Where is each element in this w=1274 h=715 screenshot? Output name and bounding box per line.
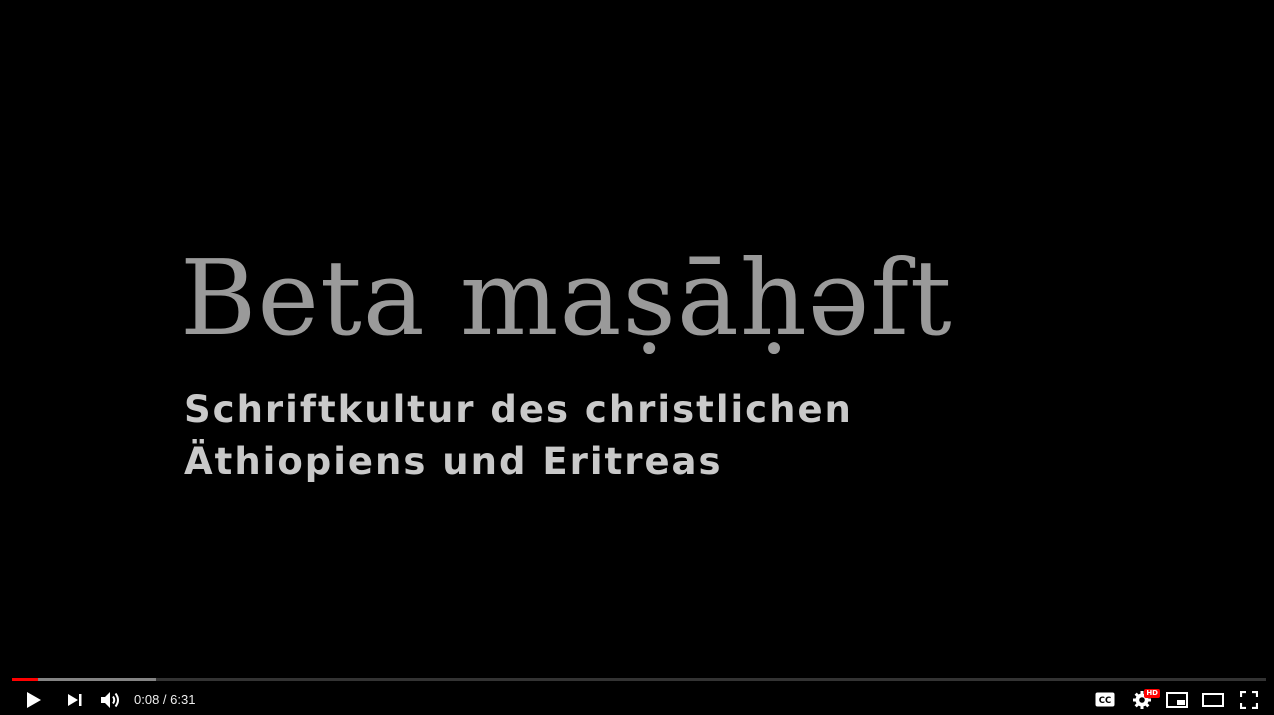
volume-icon xyxy=(101,691,119,708)
play-icon xyxy=(27,691,41,708)
subtitle-line-1: Schriftkultur des christlichen xyxy=(184,388,853,431)
time-separator: / xyxy=(159,692,171,707)
play-button[interactable] xyxy=(18,684,50,715)
fullscreen-button[interactable] xyxy=(1235,684,1263,715)
time-display: 0:08 / 6:31 xyxy=(134,684,195,715)
progress-played xyxy=(12,678,38,681)
settings-button[interactable]: HD xyxy=(1128,684,1160,715)
theater-mode-button[interactable] xyxy=(1199,684,1227,715)
hd-badge: HD xyxy=(1144,689,1160,698)
subtitle-line-2: Äthiopiens und Eritreas xyxy=(184,440,723,483)
fullscreen-icon xyxy=(1240,690,1258,709)
next-button[interactable] xyxy=(60,684,90,715)
svg-text:CC: CC xyxy=(1099,696,1111,706)
time-current: 0:08 xyxy=(134,692,160,707)
next-icon xyxy=(68,693,82,706)
video-subtitle-text: Schriftkultur des christlichen Äthiopien… xyxy=(184,384,853,488)
time-total: 6:31 xyxy=(170,692,196,707)
video-title-text: Beta maṣāḥəft xyxy=(180,237,953,359)
mute-button[interactable] xyxy=(96,684,126,715)
miniplayer-button[interactable] xyxy=(1163,684,1191,715)
captions-button[interactable]: CC xyxy=(1092,684,1118,715)
miniplayer-icon xyxy=(1166,691,1188,708)
theater-icon xyxy=(1202,692,1224,707)
captions-icon: CC xyxy=(1095,692,1115,707)
progress-bar[interactable] xyxy=(12,678,1266,681)
